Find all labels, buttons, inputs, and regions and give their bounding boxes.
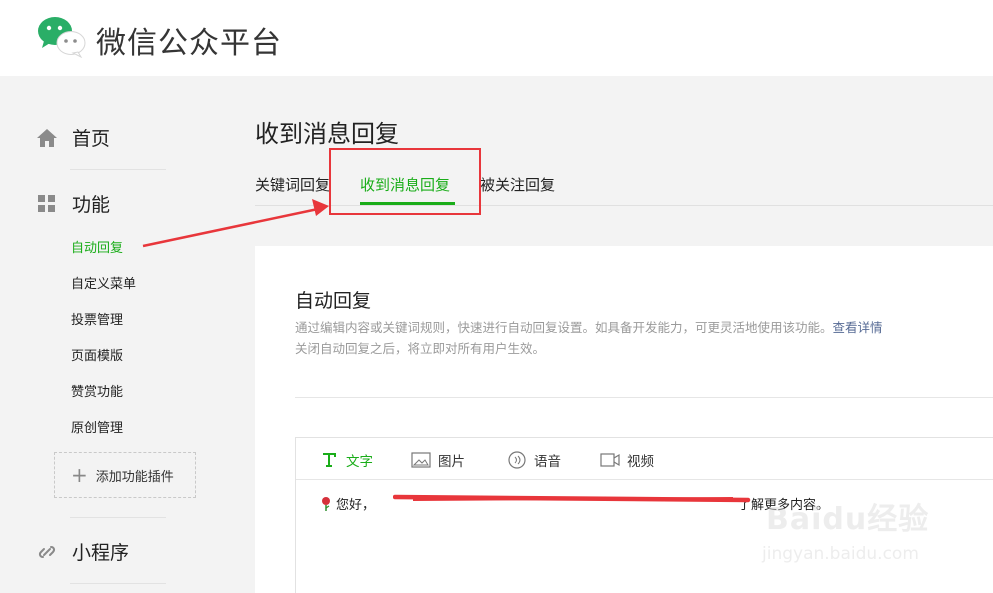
plus-icon: + <box>71 463 88 487</box>
top-bar: 微信公众平台 <box>0 0 993 76</box>
card-description: 通过编辑内容或关键词规则，快速进行自动回复设置。如具备开发能力，可更灵活地使用该… <box>295 317 985 359</box>
sidebar-divider <box>70 169 166 170</box>
sidebar-item-mini-program[interactable]: 小程序 <box>36 538 129 565</box>
image-tab[interactable]: 图片 <box>410 450 465 470</box>
sidebar-item-label: 首页 <box>72 128 111 150</box>
sidebar: 首页 功能 自动回复 自定义菜单 投票管理 页面模版 赞赏功能 原创管理 + 添… <box>0 76 240 593</box>
home-icon <box>36 127 58 149</box>
view-details-link[interactable]: 查看详情 <box>833 320 883 335</box>
sidebar-item-vote[interactable]: 投票管理 <box>71 309 123 328</box>
video-tab-label: 视频 <box>627 454 654 470</box>
sidebar-item-auto-reply[interactable]: 自动回复 <box>71 237 123 256</box>
video-icon <box>599 451 621 469</box>
redaction-scribble <box>393 494 751 503</box>
sidebar-item-label: 小程序 <box>72 542 130 564</box>
sidebar-item-reward[interactable]: 赞赏功能 <box>71 381 123 400</box>
sidebar-item-features[interactable]: 功能 <box>36 190 110 217</box>
sidebar-divider <box>70 517 166 518</box>
tab-keyword-reply[interactable]: 关键词回复 <box>255 174 330 195</box>
sidebar-item-original[interactable]: 原创管理 <box>71 417 123 436</box>
image-icon <box>410 451 432 469</box>
sidebar-item-label: 功能 <box>72 194 111 216</box>
add-plugin-label: 添加功能插件 <box>95 469 174 485</box>
voice-tab-label: 语音 <box>534 454 561 470</box>
message-text-start: 您好， <box>336 498 376 513</box>
description-line-1: 通过编辑内容或关键词规则，快速进行自动回复设置。如具备开发能力，可更灵活地使用该… <box>295 320 833 335</box>
sidebar-divider <box>70 583 166 584</box>
brand-title: 微信公众平台 <box>96 26 282 61</box>
tab-follow-reply[interactable]: 被关注回复 <box>480 174 555 195</box>
rose-emoji-icon <box>322 496 330 511</box>
wechat-logo-icon[interactable] <box>36 14 88 58</box>
voice-icon <box>506 451 528 469</box>
watermark-main: Baidu经验 <box>766 502 930 537</box>
image-tab-label: 图片 <box>438 454 465 470</box>
add-plugin-button[interactable]: + 添加功能插件 <box>54 452 196 498</box>
card-divider <box>295 397 993 398</box>
description-line-2: 关闭自动回复之后，将立即对所有用户生效。 <box>295 341 546 356</box>
text-tab[interactable]: 文字 <box>318 450 373 470</box>
text-icon <box>318 451 340 469</box>
card-title: 自动回复 <box>295 290 372 312</box>
annotation-highlight-box <box>329 148 481 215</box>
grid-icon <box>36 193 58 215</box>
text-tab-label: 文字 <box>346 454 373 470</box>
editor-toolbar: 文字 图片 语音 视频 <box>296 438 993 480</box>
link-icon <box>36 541 58 563</box>
baidu-watermark: Baidu经验 jingyan.baidu.com <box>758 494 993 576</box>
page-title: 收到消息回复 <box>255 120 399 148</box>
voice-tab[interactable]: 语音 <box>506 450 561 470</box>
video-tab[interactable]: 视频 <box>599 450 654 470</box>
watermark-sub: jingyan.baidu.com <box>762 544 919 564</box>
sidebar-item-page-template[interactable]: 页面模版 <box>71 345 123 364</box>
sidebar-item-custom-menu[interactable]: 自定义菜单 <box>71 273 136 292</box>
sidebar-item-home[interactable]: 首页 <box>36 124 110 151</box>
